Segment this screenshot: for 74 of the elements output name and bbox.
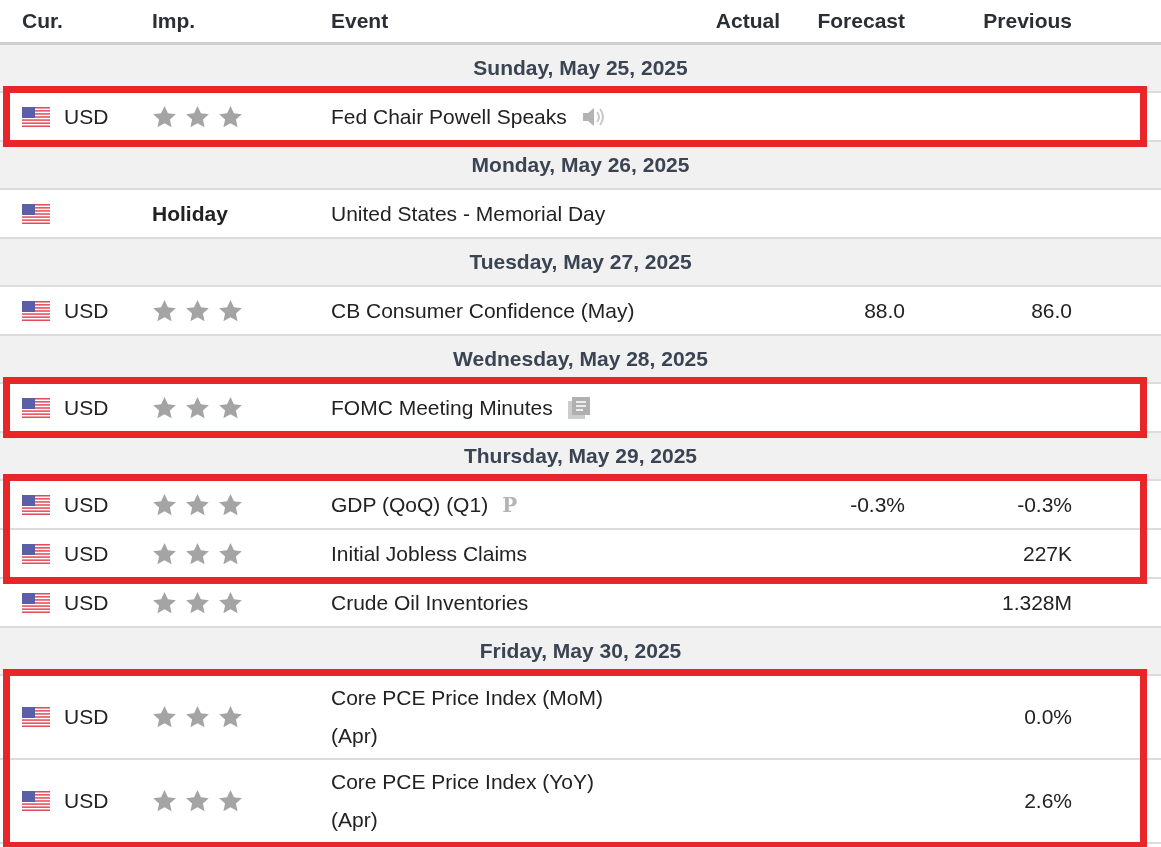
star-icon (218, 705, 243, 729)
star-icon (185, 395, 210, 420)
date-text: Wednesday, May 28, 2025 (453, 347, 708, 371)
event-name[interactable]: CB Consumer Confidence (May) (331, 291, 635, 330)
previous-value: -0.3% (1017, 491, 1072, 518)
column-header[interactable]: Cur. (0, 9, 130, 33)
star-icon (218, 298, 243, 323)
column-header[interactable]: Actual (700, 9, 780, 33)
star-icon (218, 541, 243, 566)
event-name[interactable]: Core PCE Price Index (YoY) (Apr) (331, 763, 631, 839)
event-name[interactable]: Initial Jobless Claims (331, 534, 528, 573)
star-icon (185, 492, 210, 517)
column-header[interactable]: Imp. (130, 9, 310, 33)
date-text: Monday, May 26, 2025 (471, 153, 690, 177)
star-icon (152, 492, 177, 517)
currency-text: USD (64, 491, 109, 518)
flag-icon (22, 707, 50, 727)
event-name[interactable]: GDP (QoQ) (Q1) (331, 485, 489, 524)
flag-icon (22, 300, 50, 321)
star-icon (152, 705, 177, 729)
flag-icon (22, 397, 50, 418)
flag-icon (22, 791, 50, 811)
flag-icon (22, 106, 50, 127)
column-header[interactable]: Forecast (780, 9, 905, 33)
star-icon (185, 541, 210, 566)
event-name[interactable]: FOMC Meeting Minutes (331, 388, 553, 427)
currency-text: USD (64, 589, 109, 616)
star-icon (218, 590, 243, 615)
previous-value: 86.0 (1031, 297, 1072, 324)
star-icon (152, 298, 177, 323)
column-header[interactable]: Previous (905, 9, 1072, 33)
star-icon (152, 789, 177, 813)
event-name[interactable]: Crude Oil Inventories (331, 583, 529, 622)
event-name[interactable]: United States - Memorial Day (331, 194, 606, 233)
document-icon (566, 395, 591, 420)
star-icon (218, 789, 243, 813)
flag-icon (22, 203, 50, 224)
date-text: Friday, May 30, 2025 (479, 639, 682, 663)
currency-text: USD (64, 297, 109, 324)
date-text: Thursday, May 29, 2025 (463, 444, 698, 468)
event-name[interactable]: Fed Chair Powell Speaks (331, 97, 567, 136)
currency-text: USD (64, 704, 109, 730)
date-text: Sunday, May 25, 2025 (473, 56, 688, 80)
previous-value: 0.0% (1024, 704, 1072, 730)
star-icon (185, 298, 210, 323)
date-text: Tuesday, May 27, 2025 (469, 250, 692, 274)
star-icon (152, 104, 177, 129)
flag-icon (22, 494, 50, 515)
currency-text: USD (64, 103, 109, 130)
star-icon (185, 104, 210, 129)
star-icon (152, 590, 177, 615)
previous-value: 1.328M (1001, 589, 1072, 616)
flag-icon (22, 592, 50, 613)
star-icon (218, 492, 243, 517)
event-name[interactable]: Core PCE Price Index (MoM) (Apr) (331, 679, 631, 755)
flag-icon (22, 543, 50, 564)
currency-text: USD (64, 788, 109, 814)
currency-text: USD (64, 394, 109, 421)
previous-value: 227K (1022, 540, 1072, 567)
star-icon (218, 104, 243, 129)
forecast-value: 88.0 (864, 297, 905, 324)
previous-value: 2.6% (1024, 788, 1072, 814)
preliminary-icon: P (502, 492, 518, 517)
star-icon (185, 590, 210, 615)
currency-text: USD (64, 540, 109, 567)
forecast-value: -0.3% (850, 491, 905, 518)
star-icon (218, 395, 243, 420)
column-header[interactable]: Event (310, 9, 700, 33)
star-icon (185, 705, 210, 729)
star-icon (152, 395, 177, 420)
star-icon (152, 541, 177, 566)
holiday-text: Holiday (152, 200, 228, 227)
star-icon (185, 789, 210, 813)
speaker-icon (580, 105, 605, 128)
